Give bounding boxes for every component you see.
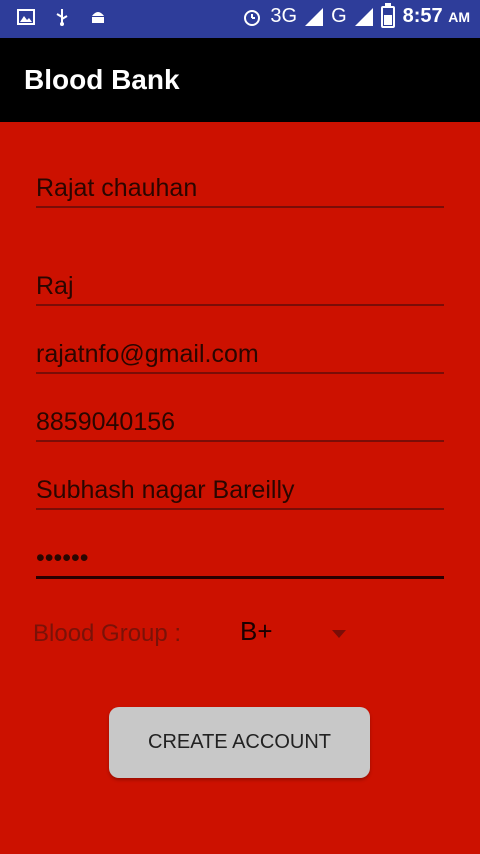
email-value: rajatnfo@gmail.com — [36, 340, 259, 368]
password-value: •••••• — [36, 544, 89, 572]
network-g-label: G — [331, 5, 347, 27]
password-field[interactable]: •••••• — [36, 540, 444, 579]
android-icon — [92, 12, 104, 23]
email-field[interactable]: rajatnfo@gmail.com — [36, 336, 444, 374]
alarm-icon — [244, 9, 261, 26]
battery-icon — [380, 2, 395, 28]
phone-field[interactable]: 8859040156 — [36, 404, 444, 442]
network-3g-label: 3G — [270, 5, 298, 27]
blood-group-select[interactable]: B+ — [240, 616, 360, 656]
app-bar: Blood Bank — [0, 38, 480, 122]
blood-group-label: Blood Group : — [33, 620, 182, 647]
signal-icon-2 — [354, 7, 373, 26]
address-field[interactable]: Subhash nagar Bareilly — [36, 472, 444, 510]
create-account-button[interactable]: CREATE ACCOUNT — [109, 707, 370, 778]
clock-ampm: AM — [448, 9, 470, 25]
gallery-icon — [17, 9, 35, 25]
dropdown-arrow-icon — [332, 630, 346, 638]
username-value: Raj — [36, 272, 74, 300]
blood-group-value: B+ — [240, 616, 273, 646]
signal-icon — [305, 7, 324, 26]
full-name-value: Rajat chauhan — [36, 174, 198, 202]
clock-time: 8:57 — [402, 5, 443, 27]
app-title: Blood Bank — [24, 64, 180, 95]
full-name-field[interactable]: Rajat chauhan — [36, 170, 444, 208]
username-field[interactable]: Raj — [36, 268, 444, 306]
status-bar: 3G G 8:57 AM — [0, 0, 480, 38]
phone-value: 8859040156 — [36, 408, 176, 436]
address-value: Subhash nagar Bareilly — [36, 476, 295, 504]
usb-icon — [56, 9, 68, 26]
